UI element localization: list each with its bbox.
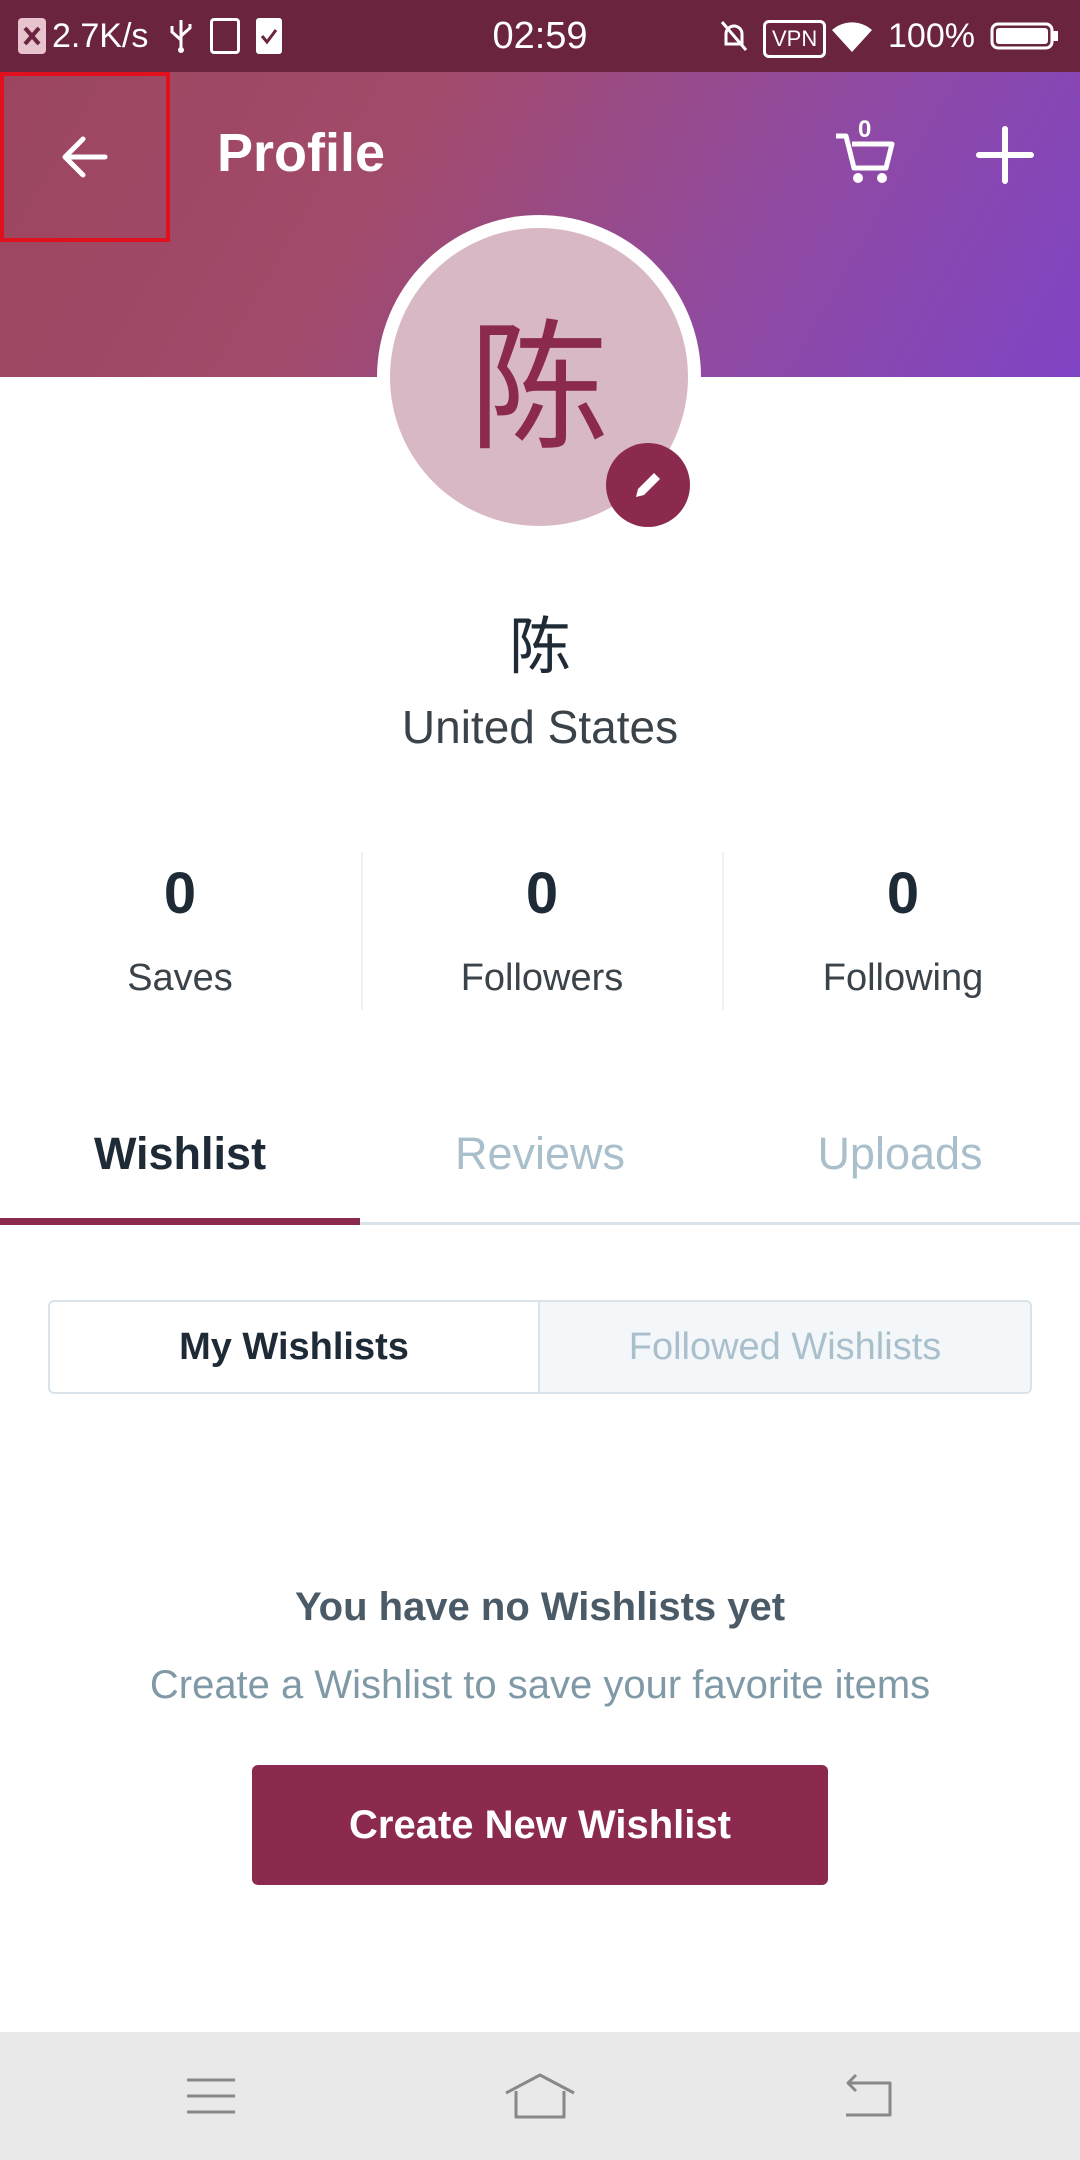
stat-value: 0 — [163, 861, 197, 926]
create-new-wishlist-button[interactable]: Create New Wishlist — [252, 1765, 828, 1885]
stat-label: Following — [822, 957, 984, 999]
stat-value: 0 — [525, 861, 559, 926]
battery-icon — [990, 18, 1060, 54]
stat-value: 0 — [886, 861, 920, 926]
empty-state-title: You have no Wishlists yet — [294, 1585, 786, 1629]
add-button[interactable] — [960, 110, 1050, 200]
segment-followed-wishlists[interactable]: Followed Wishlists — [540, 1300, 1032, 1394]
vpn-badge: VPN — [763, 20, 827, 58]
back-button[interactable] — [0, 72, 170, 242]
stat-following[interactable]: 0 Following — [723, 860, 1080, 1000]
mute-icon — [718, 18, 750, 54]
battery-percent: 100% — [888, 17, 975, 55]
profile-name: 陈 — [508, 613, 571, 682]
stat-label: Followers — [460, 957, 624, 999]
tab-wishlist[interactable]: Wishlist — [0, 1128, 360, 1180]
menu-nav-button[interactable] — [161, 2062, 261, 2130]
return-icon — [846, 2073, 892, 2117]
arrow-left-icon — [62, 136, 108, 178]
cart-button[interactable]: 0 — [820, 110, 910, 200]
plus-icon — [976, 126, 1034, 184]
active-tab-indicator — [0, 1218, 360, 1225]
page-title: Profile — [217, 123, 386, 183]
edit-avatar-button[interactable] — [606, 443, 690, 527]
menu-icon — [187, 2078, 235, 2114]
tab-uploads[interactable]: Uploads — [720, 1128, 1080, 1180]
status-bar: 2.7K/s 02:59 VPN 100% — [0, 0, 1080, 72]
stat-followers[interactable]: 0 Followers — [362, 860, 722, 1000]
back-nav-button[interactable] — [818, 2062, 918, 2130]
stat-saves[interactable]: 0 Saves — [0, 860, 360, 1000]
cart-count: 0 — [858, 116, 872, 143]
stat-label: Saves — [127, 957, 233, 999]
pencil-icon — [636, 473, 660, 497]
home-nav-button[interactable] — [490, 2062, 590, 2130]
wifi-icon — [830, 18, 874, 54]
empty-state-subtitle: Create a Wishlist to save your favorite … — [149, 1663, 931, 1707]
segment-my-wishlists[interactable]: My Wishlists — [48, 1300, 540, 1394]
profile-country: United States — [401, 701, 679, 753]
tab-reviews[interactable]: Reviews — [360, 1128, 720, 1180]
home-icon — [505, 2073, 575, 2119]
